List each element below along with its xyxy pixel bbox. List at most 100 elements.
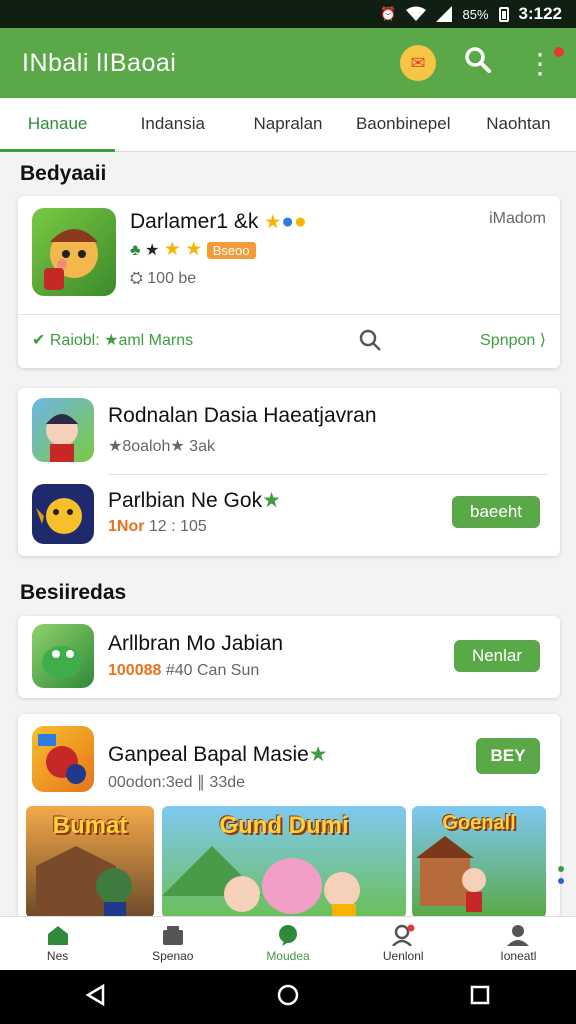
divider	[18, 314, 560, 315]
nav-label: Ioneatl	[500, 949, 537, 963]
nav-label: Moudea	[266, 949, 310, 963]
signal-icon	[436, 6, 453, 22]
install-button[interactable]: Nenlar	[454, 640, 540, 672]
tab-hanaue[interactable]: Hanaue	[0, 98, 116, 152]
section-heading: Bedyaaii	[20, 162, 107, 185]
star-icon: ★	[144, 242, 160, 259]
bottom-navigation: Nes Spenao Moudea Uenlonl Ioneatl	[0, 916, 576, 970]
battery-icon	[498, 6, 509, 22]
home-circle-icon[interactable]	[276, 983, 300, 1012]
page-indicator-dot	[558, 866, 564, 872]
globe-icon: ●	[281, 210, 294, 233]
download-icon: ⛭	[130, 270, 143, 287]
rating-row: ♣ ★ ★ ★ Bseoo	[130, 238, 256, 261]
divider	[108, 474, 548, 475]
store-icon	[160, 924, 186, 946]
app-title-text: Parlbian Ne Gok	[108, 489, 263, 512]
tab-indansia[interactable]: Indansia	[115, 98, 230, 151]
tab-baonbinepel[interactable]: Baonbinepel	[346, 98, 461, 151]
wifi-icon	[406, 6, 427, 21]
status-bar: ⏰ 85% 3:122	[0, 0, 576, 28]
section-heading: Besiiredas	[20, 581, 127, 604]
app-icon	[32, 398, 94, 462]
footer-left-label: Raiobl: ★aml Marns	[49, 332, 194, 349]
featured-footer-link[interactable]: ✔ Raiobl: ★aml Marns	[32, 330, 193, 350]
app-icon	[32, 484, 94, 544]
search-icon[interactable]	[464, 46, 492, 81]
chat-icon	[275, 924, 301, 946]
mail-icon[interactable]: ✉	[400, 45, 436, 81]
app-meta: 12 : 105	[148, 518, 207, 535]
clock: 3:122	[518, 4, 562, 23]
emoji-icon: ●	[293, 210, 307, 233]
app-bar: INbali lIBaoai ✉ ⋮	[0, 28, 576, 98]
app-size: 100 be	[147, 270, 197, 287]
app-icon	[32, 208, 116, 296]
home-icon	[45, 924, 71, 946]
price-badge: Bseoo	[206, 242, 256, 259]
star-icon: ★	[264, 212, 282, 233]
nav-store[interactable]: Spenao	[115, 917, 230, 970]
nav-moudea[interactable]: Moudea	[230, 917, 345, 970]
app-meta: #40 Can Sun	[165, 662, 260, 679]
buy-button[interactable]: BEY	[476, 738, 540, 774]
app-title[interactable]: Ganpeal Bapal Masie★	[108, 742, 328, 767]
size-row: ⛭ 100 be	[130, 270, 196, 288]
star-icon: ★	[262, 489, 281, 512]
nav-label: Nes	[46, 949, 69, 963]
nav-label: Uenlonl	[382, 949, 424, 963]
tree-icon: ♣	[130, 242, 141, 259]
star-icon: ★	[163, 239, 181, 260]
page-indicator-dot	[558, 878, 564, 884]
app-list-card: Rodnalan Dasia Haeatjavran ★8oaloh★ 3ak …	[18, 388, 560, 556]
featured-app-card[interactable]: Darlamer1 &k ★●● iMadom ♣ ★ ★ ★ Bseoo ⛭ …	[18, 196, 560, 368]
promo-banner[interactable]: Goenall	[412, 806, 546, 918]
star-icon: ★	[308, 743, 328, 766]
nav-uenlonl[interactable]: Uenlonl	[346, 917, 461, 970]
back-icon[interactable]	[85, 983, 107, 1011]
app-icon	[32, 726, 94, 792]
sponsor-link[interactable]: Spnpon ⟩	[480, 330, 546, 350]
battery-percent: 85%	[462, 6, 489, 22]
sponsor-label: Spnpon	[480, 332, 536, 349]
app-subtitle: 00odon:3ed ∥ 33de	[108, 774, 246, 791]
system-navigation	[0, 970, 576, 1024]
app-icon	[32, 624, 94, 688]
search-icon[interactable]	[358, 328, 382, 357]
nav-home[interactable]: Nes	[0, 917, 115, 970]
install-button[interactable]: baeeht	[452, 496, 540, 528]
app-promo-card: Ganpeal Bapal Masie★ 00odon:3ed ∥ 33de B…	[18, 714, 560, 918]
banner-title: Goenall	[442, 812, 516, 834]
app-tag: 1Nor	[108, 518, 145, 535]
star-icon: ★	[185, 239, 203, 260]
banner-title: Gund Dumi	[219, 812, 349, 839]
app-title[interactable]: Rodnalan Dasia Haeatjavran	[108, 404, 377, 428]
app-subtitle: ★8oaloh★ 3ak	[108, 438, 215, 455]
more-menu-icon[interactable]: ⋮	[526, 46, 564, 80]
app-subtitle: 1Nor 12 : 105	[108, 518, 207, 536]
app-title[interactable]: Arllbran Mo Jabian	[108, 632, 283, 656]
category-tabs: Hanaue Indansia Napralan Baonbinepel Nao…	[0, 98, 576, 152]
promo-banner[interactable]: Gund Dumi	[162, 806, 406, 918]
alarm-icon: ⏰	[380, 6, 397, 21]
app-subtitle: 100088 #40 Can Sun	[108, 662, 259, 680]
app-title-text: Darlamer1 &k	[130, 210, 259, 233]
recents-icon[interactable]	[469, 984, 491, 1011]
app-title: INbali lIBaoai	[22, 48, 177, 77]
promo-banner[interactable]: Bumat	[26, 806, 154, 918]
chevron-right-icon: ⟩	[539, 332, 546, 349]
person-alert-icon	[390, 924, 416, 946]
corner-label: iMadom	[489, 210, 546, 227]
app-title-text: Ganpeal Bapal Masie	[108, 743, 309, 766]
nav-label: Spenao	[152, 949, 194, 963]
banner-title: Bumat	[52, 812, 128, 839]
app-tag: 100088	[108, 662, 162, 679]
app-list-card: Arllbran Mo Jabian 100088 #40 Can Sun Ne…	[18, 616, 560, 698]
tab-naohtan[interactable]: Naohtan	[461, 98, 576, 151]
tab-napralan[interactable]: Napralan	[230, 98, 345, 151]
nav-ioneatl[interactable]: Ioneatl	[461, 917, 576, 970]
app-title[interactable]: Parlbian Ne Gok★	[108, 488, 281, 513]
shield-check-icon: ✔	[32, 332, 46, 349]
profile-icon	[505, 924, 531, 946]
app-title: Darlamer1 &k ★●●	[130, 210, 307, 234]
